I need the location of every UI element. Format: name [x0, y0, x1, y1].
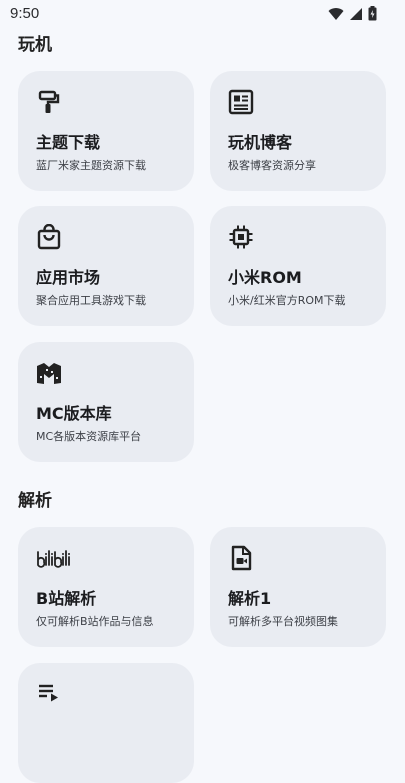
shopping-bag-icon: [37, 224, 61, 250]
card-playlist[interactable]: [18, 663, 194, 783]
minecraft-logo-icon: [37, 363, 61, 384]
card-title: 应用市场: [36, 268, 101, 287]
card-title: MC版本库: [36, 404, 112, 423]
battery-icon: [368, 6, 377, 21]
card-description: 蓝厂米家主题资源下载: [36, 159, 146, 172]
article-icon: [228, 89, 254, 115]
section-title-jiexi: 解析: [18, 491, 52, 511]
card-title: 主题下载: [36, 133, 101, 152]
card-title: B站解析: [36, 589, 97, 608]
card-title: 玩机博客: [228, 133, 293, 152]
card-parser-1[interactable]: 解析1 可解析多平台视频图集: [210, 527, 386, 647]
paint-roller-icon: [38, 90, 60, 113]
playlist-icon: [39, 684, 58, 702]
card-mc-versions[interactable]: MC版本库 MC各版本资源库平台: [18, 342, 194, 462]
card-description: MC各版本资源库平台: [36, 430, 142, 443]
card-description: 小米/红米官方ROM下载: [228, 294, 346, 307]
card-app-market[interactable]: 应用市场 聚合应用工具游戏下载: [18, 206, 194, 326]
card-description: 极客博客资源分享: [228, 159, 316, 172]
card-description: 仅可解析B站作品与信息: [36, 615, 154, 628]
card-tech-blog[interactable]: 玩机博客 极客博客资源分享: [210, 71, 386, 191]
cellular-signal-icon: [350, 7, 362, 20]
card-theme-download[interactable]: 主题下载 蓝厂米家主题资源下载: [18, 71, 194, 191]
status-icons: [328, 6, 377, 21]
status-bar: 9:50: [0, 0, 405, 30]
card-title: 解析1: [228, 589, 272, 608]
card-title: 小米ROM: [228, 268, 302, 287]
wifi-icon: [328, 7, 344, 20]
card-description: 可解析多平台视频图集: [228, 615, 338, 628]
video-file-icon: [231, 545, 252, 571]
chip-icon: [229, 225, 253, 249]
section-title-wanji: 玩机: [18, 35, 52, 55]
card-xiaomi-rom[interactable]: 小米ROM 小米/红米官方ROM下载: [210, 206, 386, 326]
card-bilibili-parser[interactable]: B站解析 仅可解析B站作品与信息: [18, 527, 194, 647]
card-description: 聚合应用工具游戏下载: [36, 294, 146, 307]
bilibili-logo-icon: [37, 550, 70, 568]
status-time: 9:50: [10, 5, 40, 22]
